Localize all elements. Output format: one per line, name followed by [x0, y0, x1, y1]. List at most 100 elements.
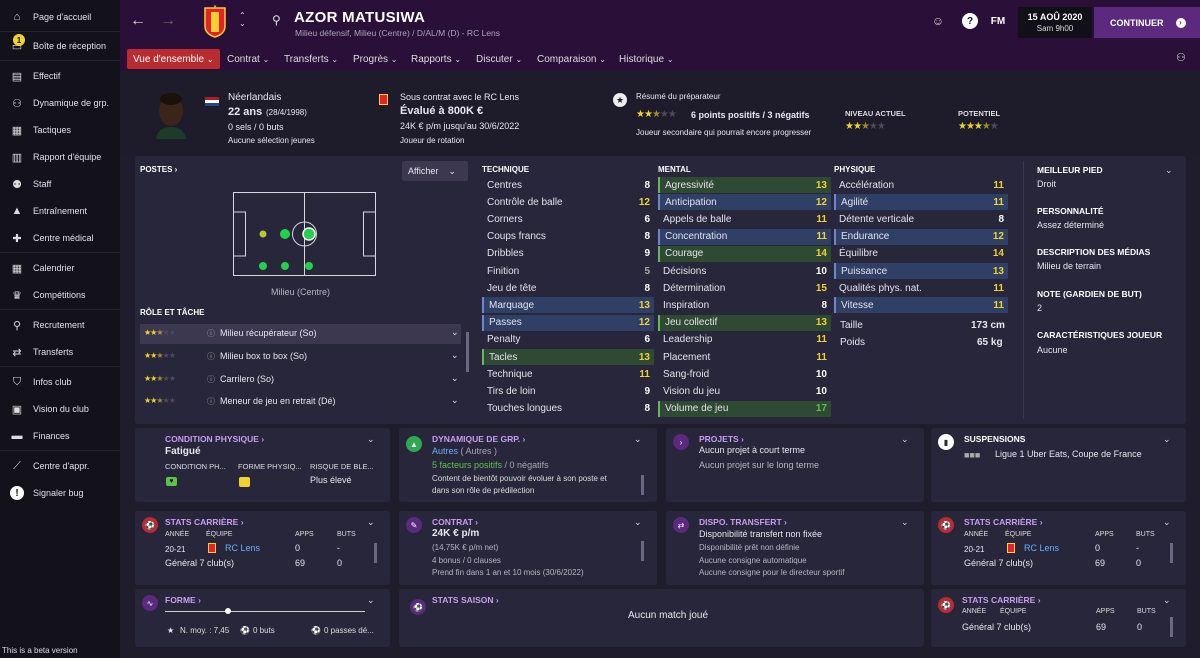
- forward-arrow-icon[interactable]: →: [160, 12, 176, 30]
- fm-menu-button[interactable]: FM: [990, 13, 1006, 29]
- transfer-status-title[interactable]: DISPO. TRANSFERT ›: [699, 517, 787, 527]
- sidebar-item-scouting[interactable]: ⚲ Recrutement: [0, 314, 120, 336]
- attribute-row[interactable]: Volume de jeu 17: [658, 400, 831, 417]
- attribute-row[interactable]: Contrôle de balle 12: [482, 194, 654, 210]
- dynamics-title[interactable]: DYNAMIQUE DE GRP. ›: [432, 434, 525, 444]
- attribute-row[interactable]: Appels de balle 11: [658, 211, 831, 227]
- display-dropdown[interactable]: Afficher ⌄: [402, 161, 468, 181]
- attribute-row[interactable]: Marquage 13: [482, 297, 654, 314]
- attribute-row[interactable]: Corners 6: [482, 211, 654, 227]
- tab-reports[interactable]: Rapports ⌄: [405, 49, 467, 69]
- role-row[interactable]: ★★★★★ ⓘ Meneur de jeu en retrait (Dé) ⌄: [140, 392, 461, 412]
- sidebar-item-transfers[interactable]: ⇄ Transferts: [0, 341, 120, 363]
- row-team[interactable]: RC Lens: [1024, 543, 1059, 553]
- tab-history[interactable]: Historique ⌄: [613, 49, 680, 69]
- dynamics-status[interactable]: Autres: [432, 446, 458, 456]
- attribute-row[interactable]: Centres 8: [482, 177, 654, 193]
- chevron-down-icon[interactable]: ⌄: [1165, 165, 1173, 176]
- chevron-down-icon[interactable]: ⌄: [634, 517, 642, 528]
- sidebar-item-dynamics[interactable]: ⚇ Dynamique de grp.: [0, 92, 120, 114]
- career-stats-title[interactable]: STATS CARRIÈRE ›: [962, 595, 1041, 605]
- attribute-row[interactable]: Détente verticale 8: [834, 211, 1008, 227]
- sidebar-item-bug-report[interactable]: ! Signaler bug: [0, 482, 120, 504]
- chevron-down-icon[interactable]: ⌄: [1163, 434, 1171, 445]
- sidebar-item-club-vision[interactable]: ▣ Vision du club: [0, 398, 120, 420]
- tab-overview[interactable]: Vue d'ensemble ⌄: [127, 49, 220, 69]
- attribute-row[interactable]: Qualités phys. nat. 11: [834, 280, 1008, 296]
- season-stats-title[interactable]: STATS SAISON ›: [432, 595, 499, 605]
- role-row[interactable]: ★★★★★ ⓘ Carrilero (So) ⌄: [140, 370, 461, 390]
- attribute-row[interactable]: Finition 5: [482, 263, 654, 279]
- chevron-down-icon[interactable]: ⌄: [367, 517, 375, 528]
- attribute-row[interactable]: Concentration 11: [658, 228, 831, 245]
- attribute-row[interactable]: Puissance 13: [834, 263, 1008, 279]
- attribute-row[interactable]: Technique 11: [482, 366, 654, 382]
- info-icon[interactable]: ⓘ: [207, 374, 215, 385]
- attribute-row[interactable]: Agressivité 13: [658, 177, 831, 193]
- tab-comparison[interactable]: Comparaison ⌄: [531, 49, 612, 69]
- sidebar-item-finances[interactable]: ▬ Finances: [0, 425, 120, 447]
- help-icon[interactable]: ?: [962, 13, 978, 29]
- positions-title[interactable]: POSTES ›: [140, 165, 177, 174]
- scrollbar[interactable]: [641, 541, 644, 561]
- tab-transfers[interactable]: Transferts ⌄: [278, 49, 344, 69]
- continue-button[interactable]: CONTINUER ›: [1094, 7, 1200, 38]
- sidebar-item-calendar[interactable]: ▦ Calendrier: [0, 257, 120, 279]
- attribute-row[interactable]: Agilité 11: [834, 194, 1008, 211]
- attribute-row[interactable]: Sang-froid 10: [658, 366, 831, 382]
- attribute-row[interactable]: Décisions 10: [658, 263, 831, 279]
- career-stats-title[interactable]: STATS CARRIÈRE ›: [165, 517, 244, 527]
- attribute-row[interactable]: Vision du jeu 10: [658, 383, 831, 399]
- attribute-row[interactable]: Équilibre 14: [834, 246, 1008, 262]
- row-team[interactable]: RC Lens: [225, 543, 260, 553]
- attribute-row[interactable]: Tirs de loin 9: [482, 383, 654, 399]
- attribute-row[interactable]: Endurance 12: [834, 228, 1008, 245]
- sidebar-item-tactics[interactable]: ▦ Tactiques: [0, 119, 120, 141]
- attribute-row[interactable]: Placement 11: [658, 349, 831, 365]
- contract-title[interactable]: CONTRAT ›: [432, 517, 478, 527]
- tab-contract[interactable]: Contrat ⌄: [221, 49, 275, 69]
- sidebar-item-competitions[interactable]: ♛ Compétitions: [0, 284, 120, 306]
- attribute-row[interactable]: Passes 12: [482, 314, 654, 331]
- scrollbar[interactable]: [374, 543, 377, 563]
- attribute-row[interactable]: Penalty 6: [482, 332, 654, 348]
- attribute-row[interactable]: Courage 14: [658, 245, 831, 262]
- search-icon[interactable]: ⚲: [272, 13, 281, 27]
- sidebar-item-dev-centre[interactable]: ⟋ Centre d'appr.: [0, 455, 120, 477]
- attribute-row[interactable]: Accélération 11: [834, 177, 1008, 193]
- tab-discuss[interactable]: Discuter ⌄: [470, 49, 528, 69]
- chevron-down-icon[interactable]: ⌄: [1163, 595, 1171, 606]
- condition-title[interactable]: CONDITION PHYSIQUE ›: [165, 434, 264, 444]
- info-icon[interactable]: ⓘ: [207, 396, 215, 407]
- sidebar-item-club-info[interactable]: ⛉ Infos club: [0, 371, 120, 393]
- attribute-row[interactable]: Anticipation 12: [658, 194, 831, 211]
- scrollbar[interactable]: [1170, 543, 1173, 563]
- back-arrow-icon[interactable]: ←: [130, 12, 146, 30]
- chevron-down-icon[interactable]: ⌄: [1163, 517, 1171, 528]
- tab-progress[interactable]: Progrès ⌄: [347, 49, 404, 69]
- chevron-down-icon[interactable]: ⌄: [634, 434, 642, 445]
- attribute-row[interactable]: Dribbles 9: [482, 246, 654, 262]
- sidebar-item-home[interactable]: ⌂ Page d'accueil: [0, 6, 120, 28]
- attribute-row[interactable]: Coups francs 8: [482, 229, 654, 245]
- club-crest-icon[interactable]: ★: [204, 4, 226, 38]
- info-icon[interactable]: ⓘ: [207, 351, 215, 362]
- form-title[interactable]: FORME ›: [165, 595, 201, 605]
- sidebar-item-training[interactable]: ▲ Entraînement: [0, 200, 120, 222]
- chevron-down-icon[interactable]: ⌄: [901, 434, 909, 445]
- attribute-row[interactable]: Détermination 15: [658, 280, 831, 296]
- scrollbar[interactable]: [1170, 617, 1173, 637]
- squad-members-icon[interactable]: ⚇: [1176, 51, 1186, 64]
- attribute-row[interactable]: Jeu collectif 13: [658, 314, 831, 331]
- club-switch-icon[interactable]: ⌃ ⌄: [239, 12, 246, 28]
- role-row[interactable]: ★★★★★ ⓘ Milieu récupérateur (So) ⌄: [140, 324, 461, 344]
- attribute-row[interactable]: Leadership 11: [658, 332, 831, 348]
- sidebar-item-staff[interactable]: ⚉ Staff: [0, 173, 120, 195]
- attribute-row[interactable]: Tacles 13: [482, 349, 654, 365]
- sidebar-item-medical[interactable]: ✚ Centre médical: [0, 227, 120, 249]
- club-icon[interactable]: ☺: [930, 13, 946, 29]
- attribute-row[interactable]: Inspiration 8: [658, 297, 831, 313]
- chevron-down-icon[interactable]: ⌄: [367, 595, 375, 606]
- attribute-row[interactable]: Jeu de tête 8: [482, 280, 654, 296]
- attribute-row[interactable]: Touches longues 8: [482, 401, 654, 417]
